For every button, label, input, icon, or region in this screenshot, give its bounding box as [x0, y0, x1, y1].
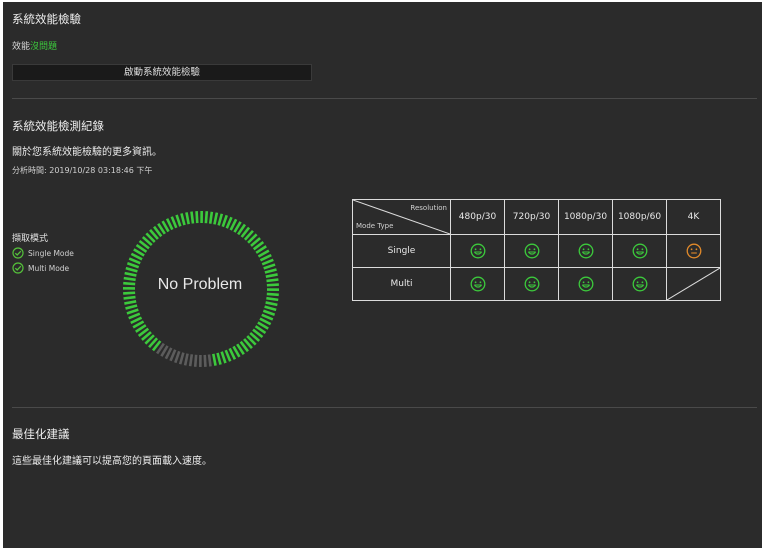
- gauge-tick: [207, 354, 212, 367]
- gauge-tick: [217, 213, 224, 226]
- capture-mode-title: 擷取模式: [12, 234, 49, 244]
- diagonal-line: [667, 268, 720, 300]
- optimization-description: 這些最佳化建議可以提高您的頁面載入速度。: [12, 456, 212, 467]
- gauge-tick: [175, 214, 182, 227]
- gauge-tick: [213, 212, 219, 225]
- gauge-tick: [221, 214, 228, 228]
- performance-status: 效能沒問題: [12, 39, 57, 52]
- mode-type-header: Mode Type: [356, 222, 394, 230]
- status-cell: [450, 267, 505, 301]
- gauge-tick: [263, 263, 276, 270]
- gauge-tick: [190, 211, 195, 224]
- smiley-good-icon: [470, 243, 485, 259]
- capture-mode-label: Single Mode: [28, 248, 74, 258]
- gauge-tick: [224, 349, 232, 362]
- gauge-tick: [124, 300, 137, 305]
- status-cell: [558, 267, 613, 301]
- smiley-good-icon: [632, 243, 647, 259]
- gauge-tick: [265, 301, 278, 307]
- status-prefix: 效能: [12, 42, 31, 52]
- smiley-good-icon: [632, 276, 647, 292]
- gauge-tick: [203, 354, 207, 367]
- more-info-link[interactable]: 關於您系統效能檢驗的更多資訊。: [12, 143, 162, 158]
- gauge-tick: [180, 213, 186, 226]
- gauge-tick: [125, 304, 138, 310]
- status-cell: [612, 234, 667, 268]
- section-title-history: 系統效能檢測紀錄: [12, 119, 104, 133]
- gauge-tick: [264, 268, 277, 274]
- status-cell: [450, 234, 505, 268]
- gauge-tick: [266, 296, 279, 302]
- check-circle-icon: [12, 262, 24, 274]
- matrix-corner-header: Resolution Mode Type: [352, 199, 451, 235]
- smiley-neutral-icon: [686, 243, 701, 259]
- not-available-cell: [666, 267, 721, 301]
- section-title-performance-check: 系統效能檢驗: [12, 12, 81, 26]
- gauge-tick: [216, 352, 222, 365]
- gauge-tick: [204, 211, 209, 224]
- gauge-tick: [183, 353, 189, 366]
- gauge-tick: [262, 309, 276, 316]
- table-row: Multi: [352, 267, 721, 301]
- gauge-tick: [261, 258, 274, 266]
- gauge-tick: [261, 313, 274, 321]
- gauge-tick: [126, 262, 140, 269]
- smiley-good-icon: [470, 276, 485, 292]
- capture-mode-label: Multi Mode: [28, 263, 70, 273]
- capture-mode-single: Single Mode: [12, 247, 74, 259]
- resolution-header-cell: 1080p/60: [612, 199, 667, 235]
- run-performance-check-button[interactable]: 啟動系統效能檢驗: [12, 64, 312, 81]
- gauge-tick: [212, 353, 217, 366]
- gauge-tick: [128, 257, 141, 265]
- section-title-optimization: 最佳化建議: [12, 427, 70, 441]
- gauge-tick: [128, 312, 141, 320]
- resolution-header-cell: 720p/30: [504, 199, 559, 235]
- performance-panel: 系統效能檢驗 效能沒問題 啟動系統效能檢驗 系統效能檢測紀錄 關於您系統效能檢驗…: [3, 2, 762, 548]
- gauge-label: No Problem: [157, 276, 243, 293]
- smiley-good-icon: [578, 243, 593, 259]
- resolution-header-cell: 480p/30: [450, 199, 505, 235]
- gauge-tick: [225, 216, 233, 229]
- gauge-tick: [174, 350, 181, 364]
- gauge-tick: [185, 212, 190, 225]
- status-value: 沒問題: [30, 42, 58, 52]
- gauge-tick: [264, 305, 277, 312]
- gauge-tick: [208, 211, 214, 224]
- gauge-tick: [220, 351, 227, 364]
- gauge-tick: [169, 349, 177, 362]
- status-cell: [558, 234, 613, 268]
- capture-mode-multi: Multi Mode: [12, 262, 69, 274]
- divider: [12, 407, 757, 408]
- resolution-header-cell: 1080p/30: [558, 199, 613, 235]
- resolution-header-cell: 4K: [666, 199, 721, 235]
- status-cell: [504, 267, 559, 301]
- analysis-time: 分析時間: 2019/10/28 03:18:46 下午: [12, 166, 153, 175]
- check-circle-icon: [12, 247, 24, 259]
- mode-label-cell: Single: [352, 234, 451, 268]
- gauge-tick: [125, 266, 138, 273]
- table-row: Single: [352, 234, 721, 268]
- gauge-tick: [193, 354, 198, 367]
- gauge-tick: [195, 211, 199, 224]
- mode-label-cell: Multi: [352, 267, 451, 301]
- gauge-tick: [188, 354, 194, 367]
- gauge-tick: [170, 216, 178, 229]
- gauge-tick: [126, 308, 139, 315]
- gauge-tick: [123, 295, 136, 300]
- status-cell: [666, 234, 721, 268]
- resolution-matrix: Resolution Mode Type 480p/30 720p/30 108…: [352, 199, 721, 301]
- smiley-good-icon: [524, 243, 539, 259]
- resolution-header: Resolution: [410, 204, 447, 212]
- gauge-tick: [266, 292, 279, 297]
- status-cell: [504, 234, 559, 268]
- divider: [12, 98, 757, 99]
- smiley-good-icon: [524, 276, 539, 292]
- gauge-tick: [178, 352, 185, 365]
- smiley-good-icon: [578, 276, 593, 292]
- status-cell: [612, 267, 667, 301]
